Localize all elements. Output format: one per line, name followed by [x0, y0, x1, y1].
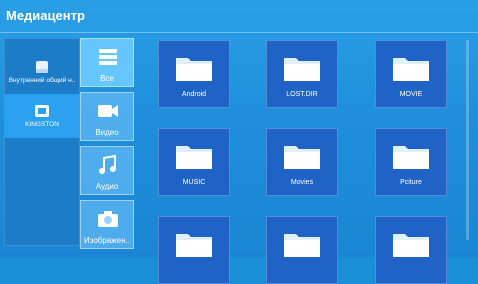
usb-drive-icon — [35, 105, 49, 117]
header-divider — [0, 32, 478, 33]
folder-tile[interactable] — [375, 216, 447, 284]
folder-label: LOST.DIR — [286, 91, 318, 98]
device-internal-storage[interactable]: Внутренний общий н.. — [4, 50, 80, 94]
device-label: Внутренний общий н.. — [8, 77, 76, 84]
category-label: Видео — [95, 128, 119, 137]
folder-icon — [176, 58, 212, 81]
folder-icon — [284, 58, 320, 81]
folder-icon — [284, 234, 320, 257]
folder-label: Pciture — [400, 179, 422, 186]
folder-music[interactable]: MUSIC — [158, 128, 230, 196]
folder-label: Android — [181, 91, 207, 98]
folder-icon — [393, 146, 429, 169]
folder-label: MUSIC — [182, 179, 206, 186]
folder-icon — [176, 234, 212, 257]
media-center-screen: Медиацентр Внутренний общий н.. KINGSTON — [0, 0, 478, 284]
folder-android[interactable]: Android — [158, 40, 230, 108]
category-video[interactable]: Видео — [80, 92, 134, 141]
category-images[interactable]: Изображен.. — [80, 200, 134, 249]
folder-icon — [393, 58, 429, 81]
folder-icon — [176, 146, 212, 169]
folder-movie[interactable]: MOVIE — [375, 40, 447, 108]
camera-icon — [98, 211, 118, 227]
category-label: Аудио — [95, 182, 119, 191]
page-title: Медиацентр — [6, 8, 85, 23]
folder-tile[interactable] — [158, 216, 230, 284]
folder-movies[interactable]: Movies — [266, 128, 338, 196]
category-label: Изображен.. — [84, 236, 130, 245]
folder-icon — [284, 146, 320, 169]
storage-icon — [36, 61, 48, 73]
all-files-icon — [99, 49, 117, 65]
scrollbar[interactable] — [466, 40, 469, 240]
device-label: KINGSTON — [25, 121, 59, 128]
folder-tile[interactable] — [266, 216, 338, 284]
category-all[interactable]: Все — [80, 38, 134, 87]
folder-icon — [393, 234, 429, 257]
folder-label: Movies — [290, 179, 314, 186]
device-panel: Внутренний общий н.. KINGSTON — [4, 38, 80, 246]
folder-label: MOVIE — [399, 91, 423, 98]
video-icon — [98, 105, 118, 117]
category-panel: Все Видео Аудио Изображен.. — [80, 38, 134, 250]
music-icon — [99, 154, 116, 174]
category-audio[interactable]: Аудио — [80, 146, 134, 195]
category-label: Все — [100, 74, 114, 83]
folder-lost-dir[interactable]: LOST.DIR — [266, 40, 338, 108]
device-kingston[interactable]: KINGSTON — [4, 94, 80, 138]
folder-pciture[interactable]: Pciture — [375, 128, 447, 196]
